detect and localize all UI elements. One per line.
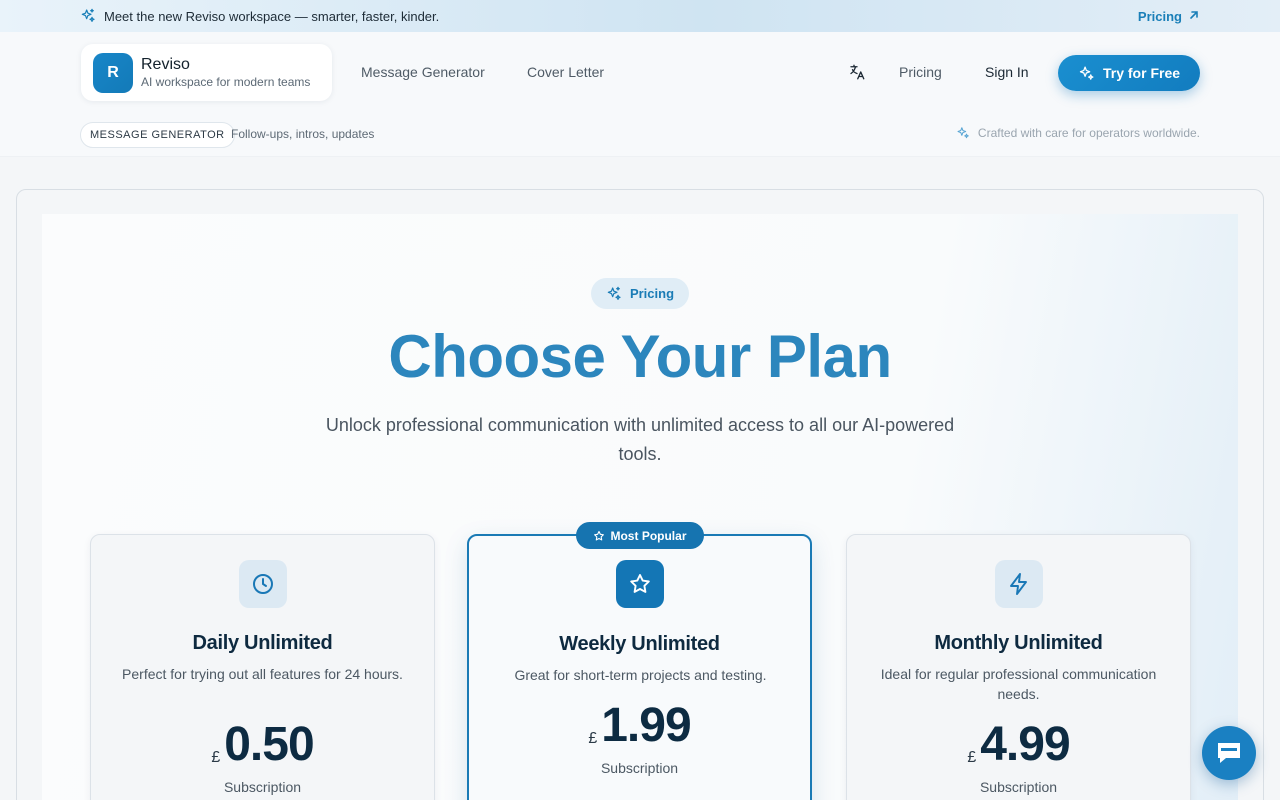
sparkle-icon [606,286,622,302]
plan-name: Monthly Unlimited [934,632,1103,654]
chat-launcher-button[interactable] [1202,726,1256,780]
plan-card-weekly[interactable]: Weekly Unlimited Great for short-term pr… [467,534,812,800]
site-header: R Reviso AI workspace for modern teams M… [0,32,1280,157]
page-subtitle: Unlock professional communication with u… [325,415,955,464]
currency-symbol: £ [588,730,598,747]
nav-message-generator[interactable]: Message Generator [361,64,485,80]
plan-description: Perfect for trying out all features for … [122,666,403,682]
pricing-badge-label: Pricing [629,286,675,301]
billing-type: Subscription [979,779,1058,795]
most-popular-label: Most Popular [610,528,687,543]
star-icon [615,560,664,608]
price-amount: 0.50 [224,718,314,771]
billing-type: Subscription [223,779,302,795]
sparkle-icon [956,126,970,140]
try-for-free-label: Try for Free [1102,65,1181,81]
announcement-text: Meet the new Reviso workspace — smarter,… [104,8,440,24]
announcement-bar: Meet the new Reviso workspace — smarter,… [0,0,1280,32]
announcement-pricing-link[interactable]: Pricing [1138,9,1200,24]
crafted-text: Crafted with care for operators worldwid… [977,126,1200,140]
sparkle-icon [1078,65,1095,82]
most-popular-badge: Most Popular [576,522,704,549]
billing-type: Subscription [600,760,679,776]
plan-price: £ 1.99 [469,698,810,754]
price-amount: 1.99 [601,699,691,752]
chat-bubble-icon [1215,740,1243,766]
brand-logo: R [93,52,133,93]
plan-description: Ideal for regular professional communica… [880,666,1157,702]
section-description: Follow-ups, intros, updates [231,127,375,141]
translate-icon[interactable] [848,63,866,81]
brand-logo-card[interactable]: R Reviso AI workspace for modern teams [81,44,332,101]
section-pill: MESSAGE GENERATOR [80,122,235,148]
star-icon [593,530,605,542]
brand-tagline: AI workspace for modern teams [141,74,311,89]
currency-symbol: £ [211,749,221,766]
plan-price: £ 0.50 [91,717,434,773]
plan-description: Great for short-term projects and testin… [514,667,767,683]
crafted-note: Crafted with care for operators worldwid… [956,126,1200,140]
nav-cover-letter[interactable]: Cover Letter [527,64,604,80]
page-title: Choose Your Plan [388,323,892,390]
plan-price: £ 4.99 [847,717,1190,773]
clock-icon [238,560,287,608]
announcement-link-label: Pricing [1137,8,1182,24]
plan-name: Daily Unlimited [192,632,333,654]
brand-name: Reviso [141,55,190,73]
pricing-badge: Pricing [591,278,689,309]
plan-card-monthly[interactable]: Monthly Unlimited Ideal for regular prof… [846,534,1191,800]
nav-pricing[interactable]: Pricing [899,64,942,80]
try-for-free-button[interactable]: Try for Free [1058,55,1200,91]
plan-card-daily[interactable]: Daily Unlimited Perfect for trying out a… [90,534,435,800]
price-amount: 4.99 [980,718,1070,771]
lightning-icon [994,560,1043,608]
currency-symbol: £ [967,749,977,766]
sign-in-link[interactable]: Sign In [985,64,1029,80]
sparkle-icon [80,8,96,24]
plan-name: Weekly Unlimited [559,633,720,655]
arrow-up-right-icon [1188,9,1200,24]
